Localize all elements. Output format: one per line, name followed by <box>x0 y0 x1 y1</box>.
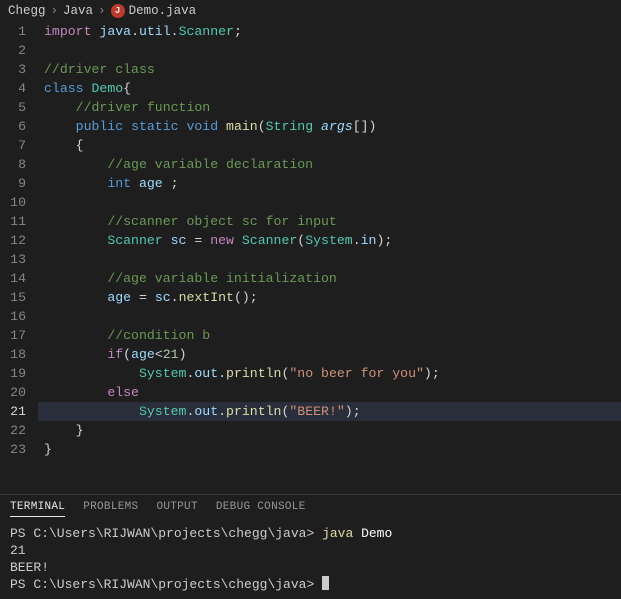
breadcrumb-part[interactable]: Chegg <box>8 4 46 18</box>
code-line[interactable]: } <box>38 421 621 440</box>
terminal-arg: Demo <box>361 526 392 541</box>
code-line[interactable]: System.out.println("BEER!"); <box>38 402 621 421</box>
line-number: 15 <box>0 288 26 307</box>
code-line[interactable]: } <box>38 440 621 459</box>
line-number: 13 <box>0 250 26 269</box>
code-line[interactable]: class Demo{ <box>38 79 621 98</box>
line-number: 11 <box>0 212 26 231</box>
tab-debug-console[interactable]: DEBUG CONSOLE <box>216 501 306 517</box>
java-file-icon: J <box>111 4 125 18</box>
breadcrumb-file[interactable]: Demo.java <box>129 4 197 18</box>
code-line[interactable] <box>38 250 621 269</box>
line-number: 17 <box>0 326 26 345</box>
line-number: 5 <box>0 98 26 117</box>
line-number: 6 <box>0 117 26 136</box>
line-number: 2 <box>0 41 26 60</box>
code-line[interactable]: { <box>38 136 621 155</box>
line-number: 16 <box>0 307 26 326</box>
bottom-panel: TERMINAL PROBLEMS OUTPUT DEBUG CONSOLE P… <box>0 494 621 599</box>
line-number: 10 <box>0 193 26 212</box>
line-number: 18 <box>0 345 26 364</box>
line-number: 14 <box>0 269 26 288</box>
code-area[interactable]: import java.util.Scanner; //driver classc… <box>38 22 621 494</box>
line-number: 12 <box>0 231 26 250</box>
line-number: 19 <box>0 364 26 383</box>
code-editor[interactable]: 1234567891011121314151617181920212223 im… <box>0 22 621 494</box>
breadcrumb: Chegg › Java › J Demo.java <box>0 0 621 22</box>
code-line[interactable]: //driver function <box>38 98 621 117</box>
terminal-output[interactable]: PS C:\Users\RIJWAN\projects\chegg\java> … <box>0 525 621 599</box>
panel-tabs: TERMINAL PROBLEMS OUTPUT DEBUG CONSOLE <box>0 495 621 525</box>
line-number: 8 <box>0 155 26 174</box>
code-line[interactable]: //condition b <box>38 326 621 345</box>
terminal-line: 21 <box>10 543 26 558</box>
line-number: 21 <box>0 402 26 421</box>
line-number: 3 <box>0 60 26 79</box>
code-line[interactable] <box>38 193 621 212</box>
chevron-right-icon: › <box>51 4 59 18</box>
line-number: 7 <box>0 136 26 155</box>
line-number: 23 <box>0 440 26 459</box>
tab-output[interactable]: OUTPUT <box>156 501 197 517</box>
code-line[interactable]: age = sc.nextInt(); <box>38 288 621 307</box>
code-line[interactable] <box>38 307 621 326</box>
chevron-right-icon: › <box>98 4 106 18</box>
terminal-prompt: PS C:\Users\RIJWAN\projects\chegg\java> <box>10 526 322 541</box>
terminal-line: BEER! <box>10 560 49 575</box>
code-line[interactable]: public static void main(String args[]) <box>38 117 621 136</box>
line-number: 20 <box>0 383 26 402</box>
line-gutter: 1234567891011121314151617181920212223 <box>0 22 38 494</box>
tab-terminal[interactable]: TERMINAL <box>10 501 65 517</box>
terminal-command: java <box>322 526 361 541</box>
tab-problems[interactable]: PROBLEMS <box>83 501 138 517</box>
code-line[interactable]: else <box>38 383 621 402</box>
code-line[interactable]: //age variable declaration <box>38 155 621 174</box>
line-number: 9 <box>0 174 26 193</box>
code-line[interactable]: Scanner sc = new Scanner(System.in); <box>38 231 621 250</box>
code-line[interactable]: //scanner object sc for input <box>38 212 621 231</box>
terminal-prompt: PS C:\Users\RIJWAN\projects\chegg\java> <box>10 577 322 592</box>
code-line[interactable]: int age ; <box>38 174 621 193</box>
line-number: 1 <box>0 22 26 41</box>
terminal-cursor <box>322 576 329 590</box>
code-line[interactable]: //age variable initialization <box>38 269 621 288</box>
line-number: 22 <box>0 421 26 440</box>
code-line[interactable] <box>38 41 621 60</box>
line-number: 4 <box>0 79 26 98</box>
code-line[interactable]: System.out.println("no beer for you"); <box>38 364 621 383</box>
code-line[interactable]: //driver class <box>38 60 621 79</box>
code-line[interactable]: import java.util.Scanner; <box>38 22 621 41</box>
code-line[interactable]: if(age<21) <box>38 345 621 364</box>
breadcrumb-part[interactable]: Java <box>63 4 93 18</box>
